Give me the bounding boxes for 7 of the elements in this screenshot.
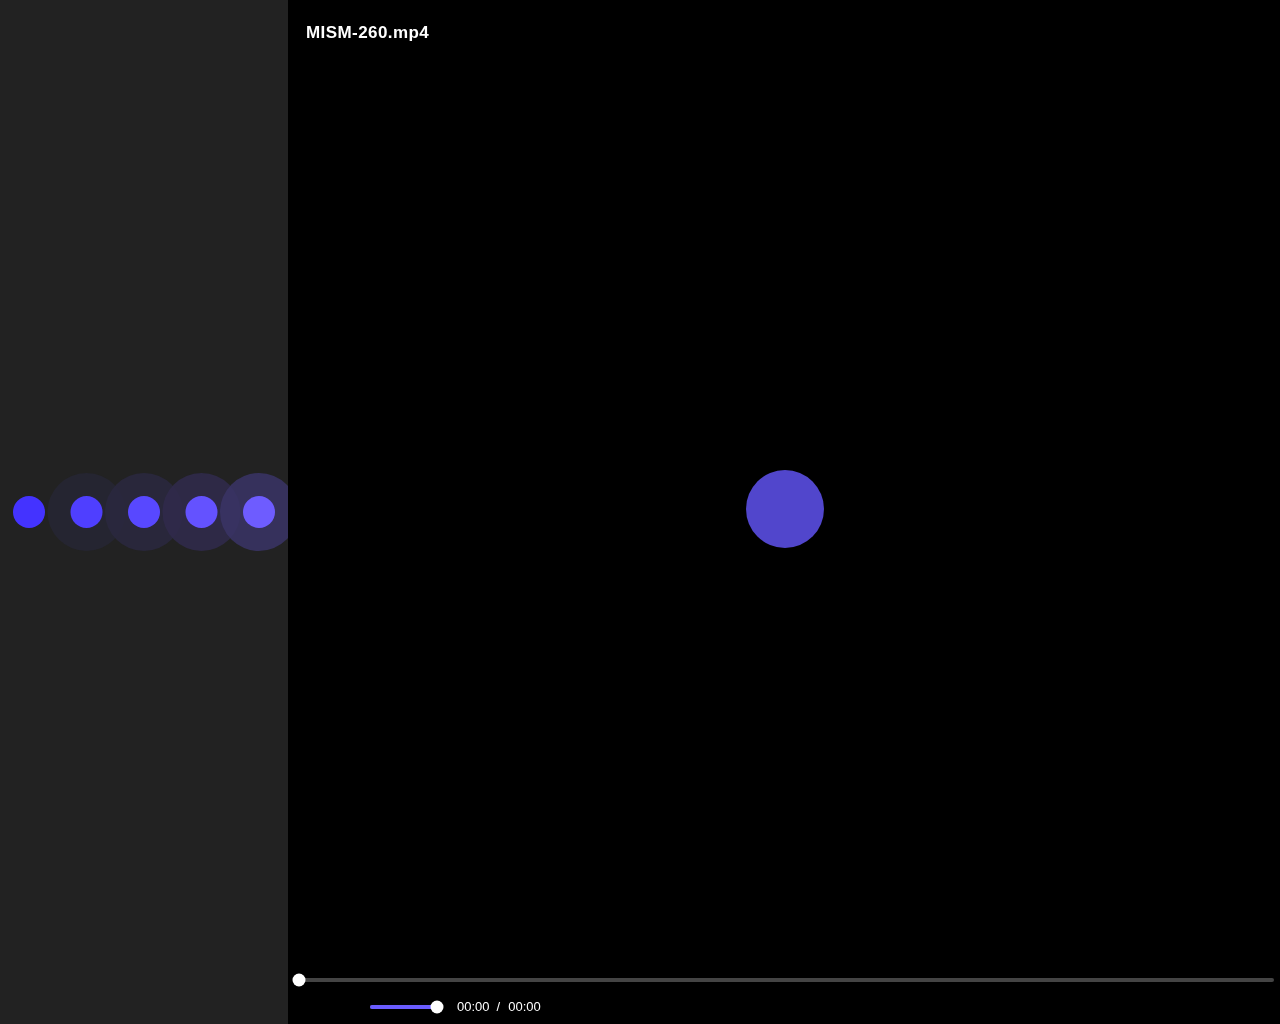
video-title: MISM-260.mp4 (306, 23, 430, 42)
duration-time: 00:00 (508, 998, 541, 1016)
seek-thumb[interactable] (292, 973, 306, 986)
volume-slider[interactable] (370, 1000, 444, 1014)
time-separator: / (496, 998, 501, 1016)
volume-thumb[interactable] (430, 1000, 444, 1014)
current-time: 00:00 (457, 998, 490, 1016)
